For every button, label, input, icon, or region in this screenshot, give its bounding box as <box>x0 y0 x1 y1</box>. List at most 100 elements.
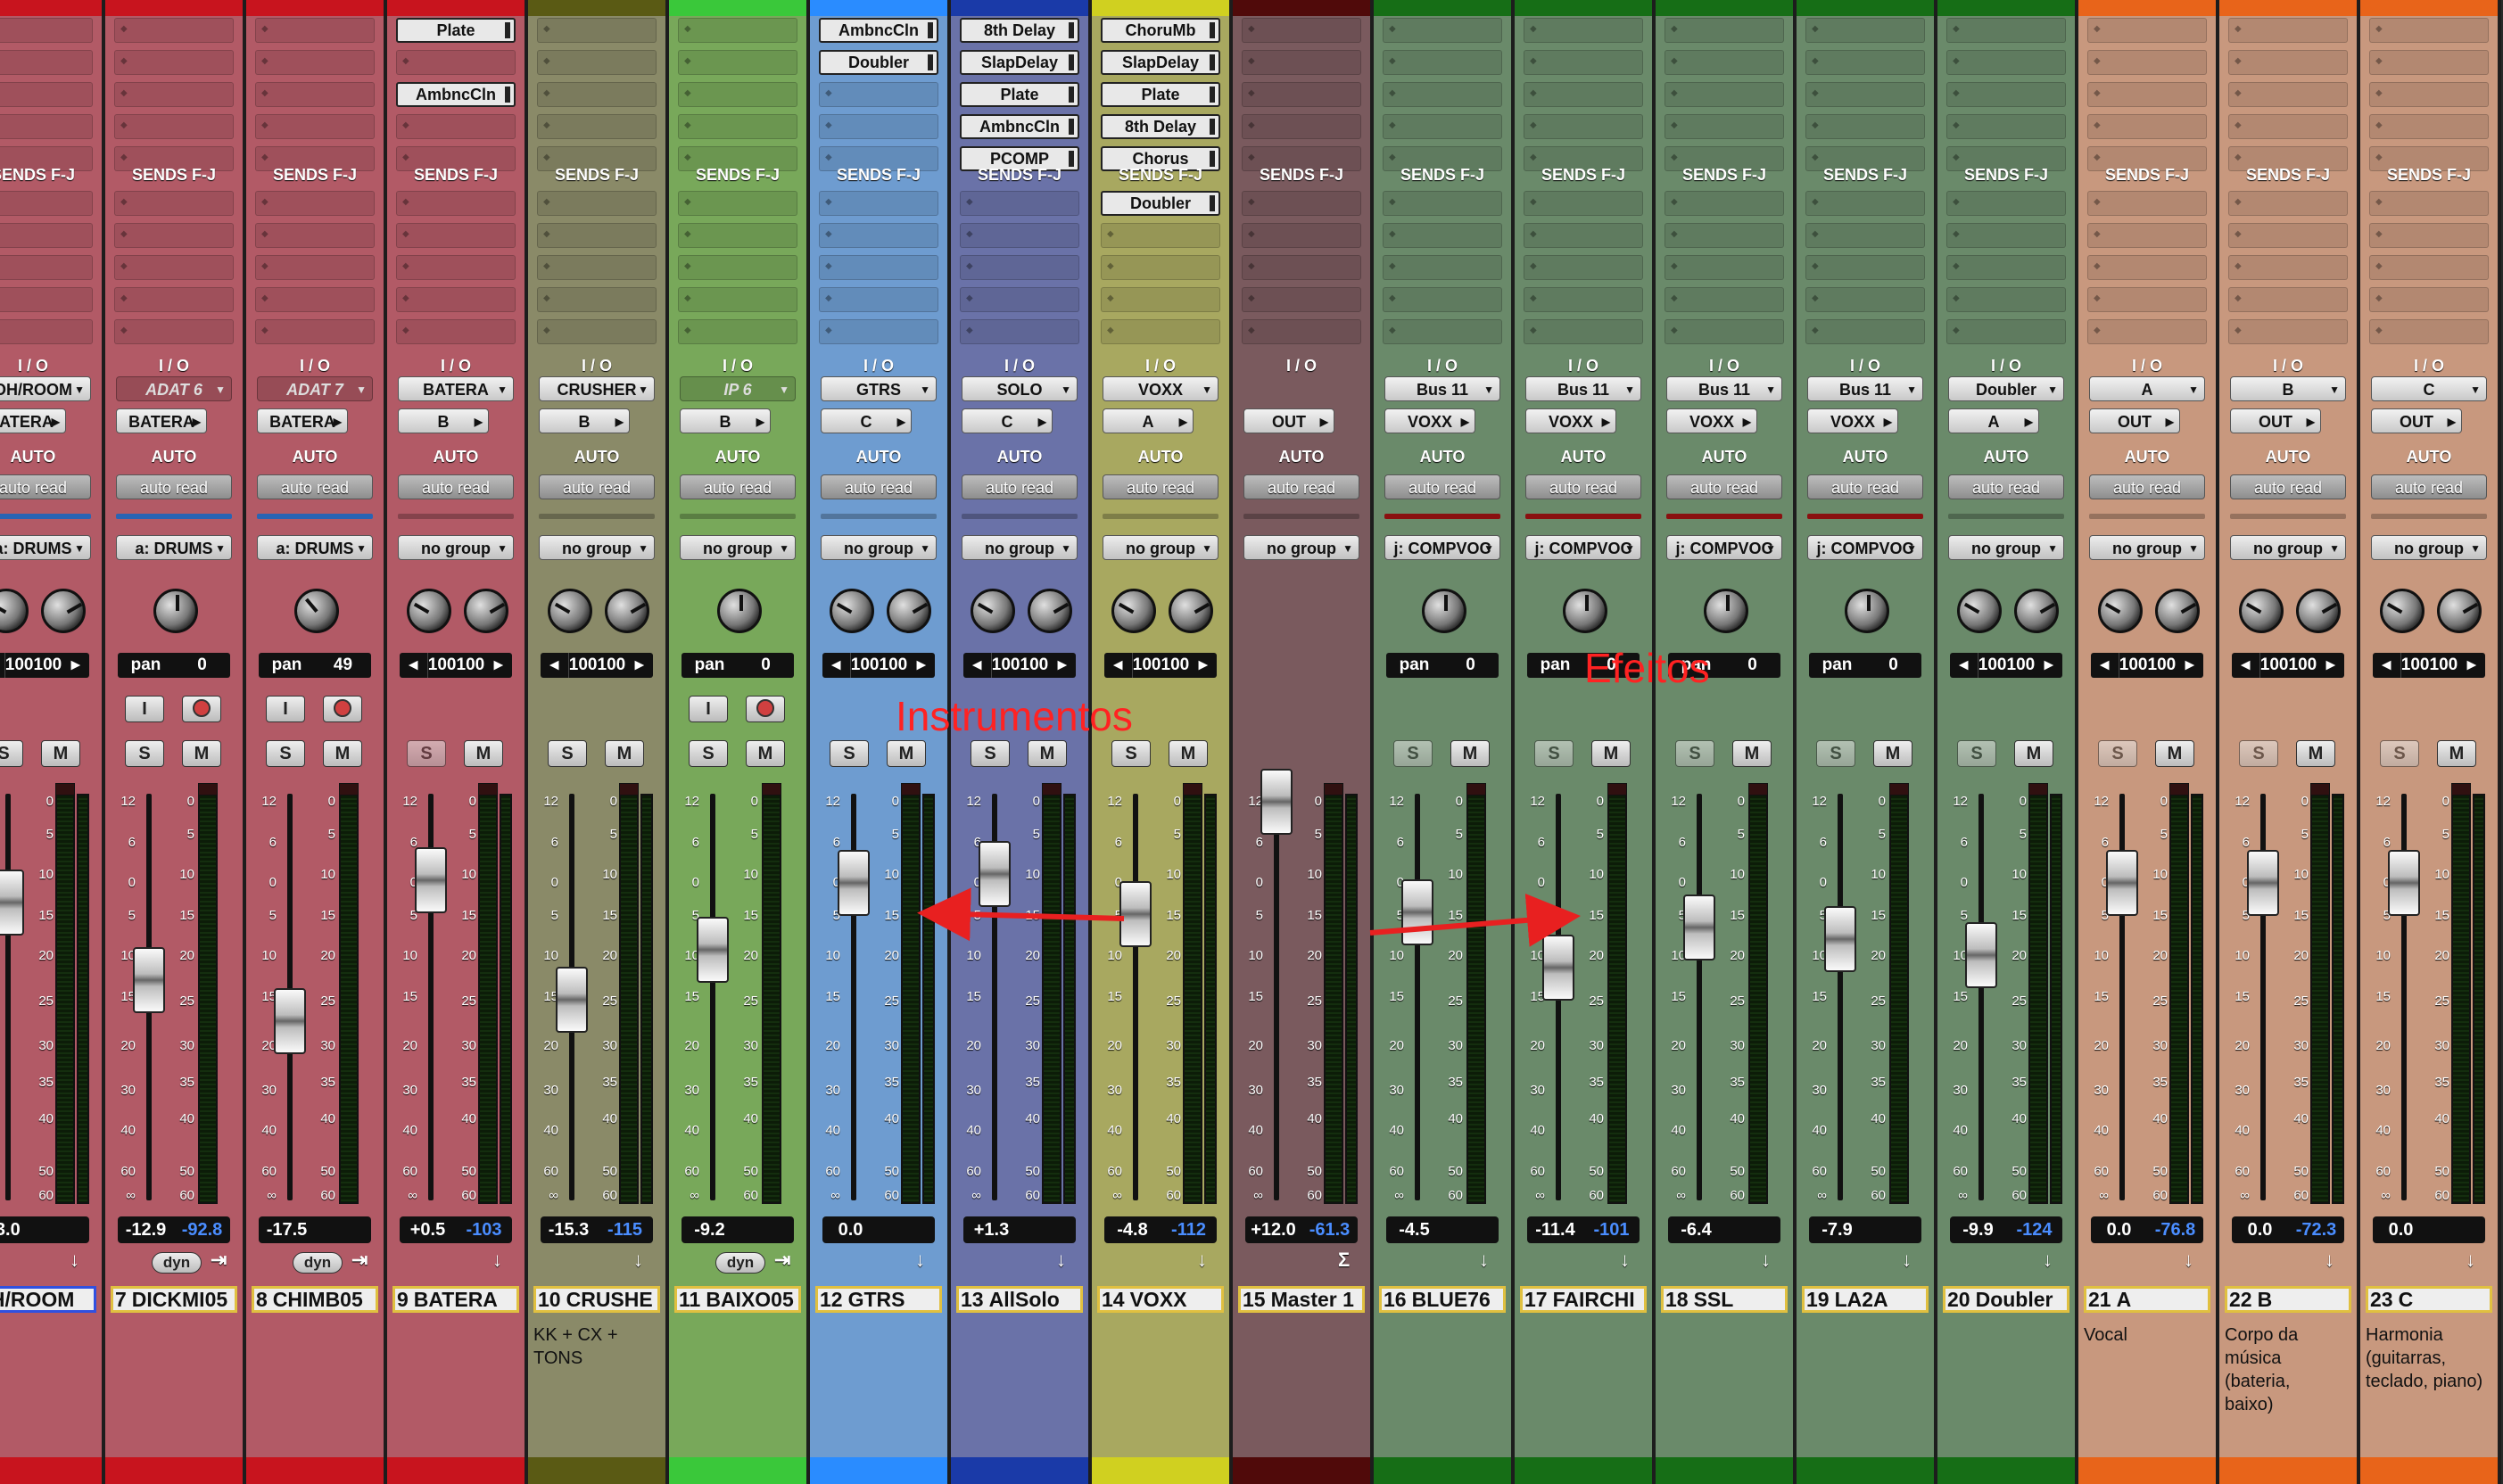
mute-button[interactable]: M <box>605 740 644 767</box>
pan-knob-right[interactable] <box>2014 589 2059 633</box>
pan-knob-left[interactable] <box>830 589 874 633</box>
input-selector[interactable]: Bus 11 ▼ <box>1807 376 1923 401</box>
output-selector[interactable]: OUT ▶ <box>2371 408 2462 433</box>
solo-button[interactable]: S <box>830 740 869 767</box>
send-slot-empty[interactable] <box>960 255 1079 280</box>
insert-slot-empty[interactable] <box>678 18 797 43</box>
send-slot[interactable]: Doubler <box>1101 191 1220 216</box>
insert-slot-empty[interactable] <box>114 18 234 43</box>
insert-slot-empty[interactable] <box>1665 18 1784 43</box>
output-selector[interactable]: B ▶ <box>398 408 489 433</box>
group-selector[interactable]: a: DRUMS ▼ <box>0 535 91 560</box>
insert-slot[interactable]: ChoruMb <box>1101 18 1220 43</box>
output-selector[interactable]: OUT ▶ <box>2089 408 2180 433</box>
automation-mode-selector[interactable]: auto read <box>680 474 796 499</box>
volume-fader[interactable] <box>1965 922 1997 989</box>
track-comments[interactable]: Vocal <box>2084 1323 2210 1347</box>
send-slot-empty[interactable] <box>537 255 657 280</box>
pan-knob[interactable] <box>153 589 198 633</box>
solo-button[interactable]: S <box>1816 740 1855 767</box>
mute-button[interactable]: M <box>323 740 362 767</box>
automation-mode-selector[interactable]: auto read <box>398 474 514 499</box>
output-selector[interactable]: C ▶ <box>962 408 1053 433</box>
record-enable-button[interactable] <box>746 696 785 722</box>
send-slot-empty[interactable] <box>2087 223 2207 248</box>
pan-knob-right[interactable] <box>605 589 649 633</box>
track-name[interactable]: 9 BATERA <box>392 1286 519 1313</box>
solo-button[interactable]: S <box>1111 740 1151 767</box>
automation-mode-selector[interactable]: auto read <box>1807 474 1923 499</box>
mute-button[interactable]: M <box>2155 740 2194 767</box>
pan-knob-left[interactable] <box>971 589 1015 633</box>
send-slot-empty[interactable] <box>255 191 375 216</box>
send-slot-empty[interactable] <box>1524 191 1643 216</box>
send-slot-empty[interactable] <box>1946 287 2066 312</box>
send-slot-empty[interactable] <box>2228 223 2348 248</box>
mute-button[interactable]: M <box>2296 740 2335 767</box>
insert-slot-empty[interactable] <box>255 18 375 43</box>
send-slot-empty[interactable] <box>678 287 797 312</box>
group-selector[interactable]: no group ▼ <box>962 535 1078 560</box>
volume-fader[interactable] <box>1824 906 1856 973</box>
input-selector[interactable]: GTRS ▼ <box>821 376 937 401</box>
solo-button[interactable]: S <box>2380 740 2419 767</box>
mute-button[interactable]: M <box>1450 740 1490 767</box>
send-slot-empty[interactable] <box>1665 319 1784 344</box>
automation-mode-selector[interactable]: auto read <box>1103 474 1218 499</box>
send-slot-empty[interactable] <box>678 223 797 248</box>
insert-slot-empty[interactable] <box>1805 18 1925 43</box>
insert-slot-empty[interactable] <box>1524 82 1643 107</box>
input-selector[interactable]: Doubler ▼ <box>1948 376 2064 401</box>
group-selector[interactable]: j: COMPVOC ▼ <box>1666 535 1782 560</box>
pan-knob-left[interactable] <box>2380 589 2425 633</box>
send-slot-empty[interactable] <box>396 319 516 344</box>
input-monitor-button[interactable]: I <box>689 696 728 722</box>
send-slot-empty[interactable] <box>819 287 938 312</box>
insert-slot[interactable]: AmbncCln <box>960 114 1079 139</box>
send-slot-empty[interactable] <box>1242 255 1361 280</box>
input-selector[interactable]: SOLO ▼ <box>962 376 1078 401</box>
send-slot-empty[interactable] <box>2369 191 2489 216</box>
send-slot-empty[interactable] <box>537 319 657 344</box>
mute-button[interactable]: M <box>182 740 221 767</box>
insert-slot-empty[interactable] <box>1524 18 1643 43</box>
input-selector[interactable]: CRUSHER ▼ <box>539 376 655 401</box>
input-selector[interactable]: BATERA ▼ <box>398 376 514 401</box>
send-slot-empty[interactable] <box>1242 319 1361 344</box>
pan-knob[interactable] <box>1422 589 1466 633</box>
volume-fader[interactable] <box>274 988 306 1055</box>
track-comments[interactable]: Harmonia (guitarras, teclado, piano) <box>2366 1323 2492 1393</box>
insert-slot-empty[interactable] <box>2369 18 2489 43</box>
track-name[interactable]: 19 LA2A <box>1802 1286 1929 1313</box>
insert-slot-empty[interactable] <box>678 82 797 107</box>
send-slot-empty[interactable] <box>0 287 93 312</box>
insert-slot-empty[interactable] <box>396 50 516 75</box>
send-slot-empty[interactable] <box>1101 223 1220 248</box>
volume-fader[interactable] <box>1401 879 1433 946</box>
send-slot-empty[interactable] <box>1101 255 1220 280</box>
solo-button[interactable]: S <box>971 740 1010 767</box>
volume-fader[interactable] <box>1683 894 1715 960</box>
automation-mode-selector[interactable]: auto read <box>2089 474 2205 499</box>
insert-slot[interactable]: Plate <box>960 82 1079 107</box>
track-name[interactable]: 8 CHIMB05 <box>252 1286 378 1313</box>
volume-fader[interactable] <box>415 846 447 913</box>
send-slot-empty[interactable] <box>819 319 938 344</box>
pan-knob-right[interactable] <box>1169 589 1213 633</box>
output-selector[interactable]: BATERA▶ <box>0 408 66 433</box>
group-selector[interactable]: no group ▼ <box>398 535 514 560</box>
insert-slot[interactable]: AmbncCln <box>396 82 516 107</box>
send-slot-empty[interactable] <box>1383 255 1502 280</box>
send-slot-empty[interactable] <box>396 255 516 280</box>
send-slot-empty[interactable] <box>1383 287 1502 312</box>
insert-slot-empty[interactable] <box>114 50 234 75</box>
group-selector[interactable]: no group ▼ <box>1103 535 1218 560</box>
track-name[interactable]: 23 C <box>2366 1286 2492 1313</box>
automation-mode-selector[interactable]: auto read <box>1948 474 2064 499</box>
send-slot-empty[interactable] <box>960 287 1079 312</box>
automation-mode-selector[interactable]: auto read <box>1243 474 1359 499</box>
send-slot-empty[interactable] <box>2087 287 2207 312</box>
group-selector[interactable]: no group ▼ <box>1243 535 1359 560</box>
insert-slot-empty[interactable] <box>819 114 938 139</box>
insert-slot-empty[interactable] <box>1665 82 1784 107</box>
